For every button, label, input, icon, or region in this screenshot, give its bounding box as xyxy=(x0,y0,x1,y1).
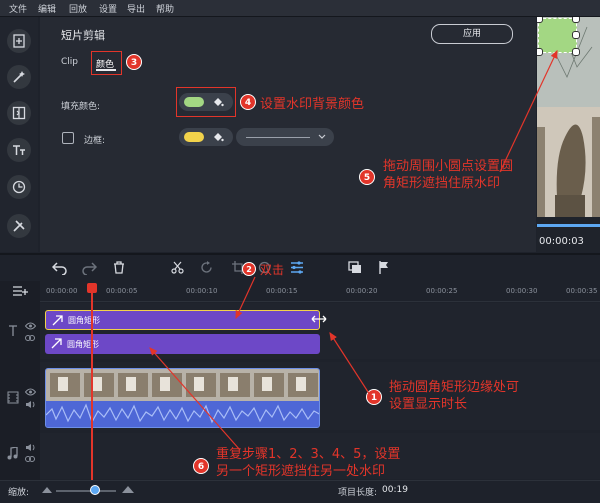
bottom-bar: 缩放: 项目长度: 00:19 xyxy=(0,480,600,503)
project-length-value: 00:19 xyxy=(382,485,408,495)
zoom-slider[interactable] xyxy=(56,490,116,492)
arrow-5 xyxy=(499,49,558,173)
zoom-slider-thumb[interactable] xyxy=(90,485,100,495)
project-length-label: 项目长度: xyxy=(338,488,378,498)
arrow-1 xyxy=(329,331,371,396)
arrow-6 xyxy=(149,347,241,451)
annotation-arrows xyxy=(149,49,558,451)
arrow-2 xyxy=(235,276,256,320)
zoom-out-icon[interactable] xyxy=(42,487,52,493)
zoom-in-icon[interactable] xyxy=(122,486,134,493)
zoom-label: 缩放: xyxy=(8,488,30,498)
